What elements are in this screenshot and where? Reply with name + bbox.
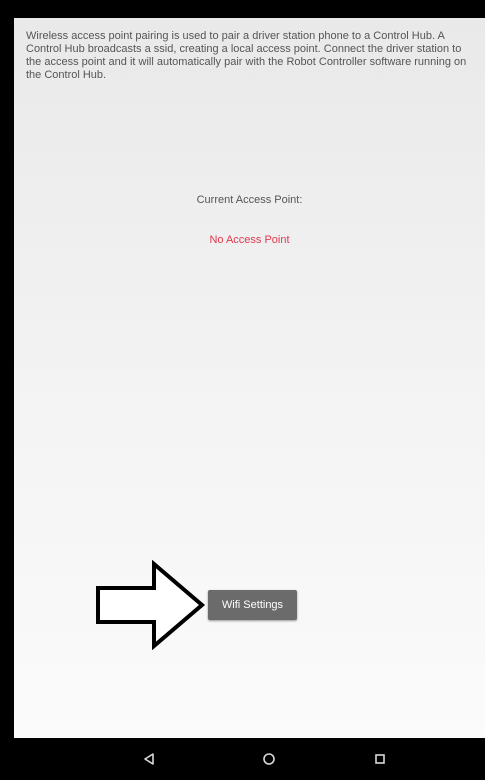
home-icon bbox=[263, 753, 275, 765]
current-access-point-value: No Access Point bbox=[209, 234, 290, 246]
wifi-settings-button[interactable]: Wifi Settings bbox=[208, 590, 297, 620]
back-icon bbox=[144, 753, 154, 765]
arrow-pointer-icon bbox=[96, 560, 206, 650]
recents-button[interactable] bbox=[366, 746, 394, 772]
navigation-bar bbox=[14, 738, 485, 780]
home-button[interactable] bbox=[255, 746, 283, 772]
pairing-description: Wireless access point pairing is used to… bbox=[26, 30, 467, 81]
current-access-point-label: Current Access Point: bbox=[196, 194, 303, 206]
back-button[interactable] bbox=[135, 746, 163, 772]
recents-icon bbox=[375, 754, 385, 764]
pairing-screen: Wireless access point pairing is used to… bbox=[14, 18, 485, 738]
device-frame: Wireless access point pairing is used to… bbox=[0, 0, 485, 780]
